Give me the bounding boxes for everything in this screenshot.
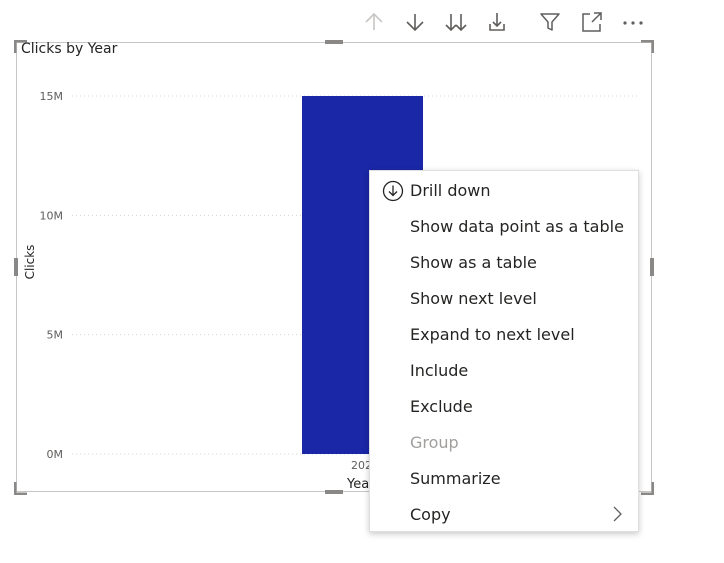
menu-item-label: Summarize bbox=[410, 468, 501, 488]
drill-down-icon bbox=[382, 180, 404, 206]
menu-item-label: Show as a table bbox=[410, 252, 537, 272]
menu-item-label: Drill down bbox=[410, 180, 491, 200]
menu-item-label: Show next level bbox=[410, 288, 537, 308]
context-menu: Drill down Show data point as a table Show… bbox=[369, 170, 639, 532]
menu-item-summarize[interactable]: Summarize bbox=[370, 460, 638, 496]
menu-item-group: Group bbox=[370, 424, 638, 460]
menu-item-label: Exclude bbox=[410, 396, 473, 416]
menu-item-label: Expand to next level bbox=[410, 324, 575, 344]
menu-item-label: Include bbox=[410, 360, 469, 380]
menu-item-include[interactable]: Include bbox=[370, 352, 638, 388]
chevron-right-icon bbox=[612, 506, 622, 526]
menu-item-drill-down[interactable]: Drill down bbox=[370, 172, 638, 208]
menu-item-exclude[interactable]: Exclude bbox=[370, 388, 638, 424]
y-tick-label: 5M bbox=[47, 329, 64, 342]
menu-item-show-as-table[interactable]: Show as a table bbox=[370, 244, 638, 280]
y-tick-label: 10M bbox=[40, 209, 64, 222]
menu-item-show-data-point-as-table[interactable]: Show data point as a table bbox=[370, 208, 638, 244]
menu-item-label: Copy bbox=[410, 504, 451, 524]
menu-item-show-next-level[interactable]: Show next level bbox=[370, 280, 638, 316]
menu-item-expand-to-next-level[interactable]: Expand to next level bbox=[370, 316, 638, 352]
menu-item-label: Group bbox=[410, 432, 459, 452]
x-axis-title: Yea bbox=[346, 477, 369, 492]
y-tick-label: 0M bbox=[47, 448, 64, 461]
menu-item-copy[interactable]: Copy bbox=[370, 496, 638, 532]
y-tick-label: 15M bbox=[40, 90, 64, 103]
y-axis-title: Clicks bbox=[23, 245, 37, 280]
menu-item-label: Show data point as a table bbox=[410, 216, 624, 236]
